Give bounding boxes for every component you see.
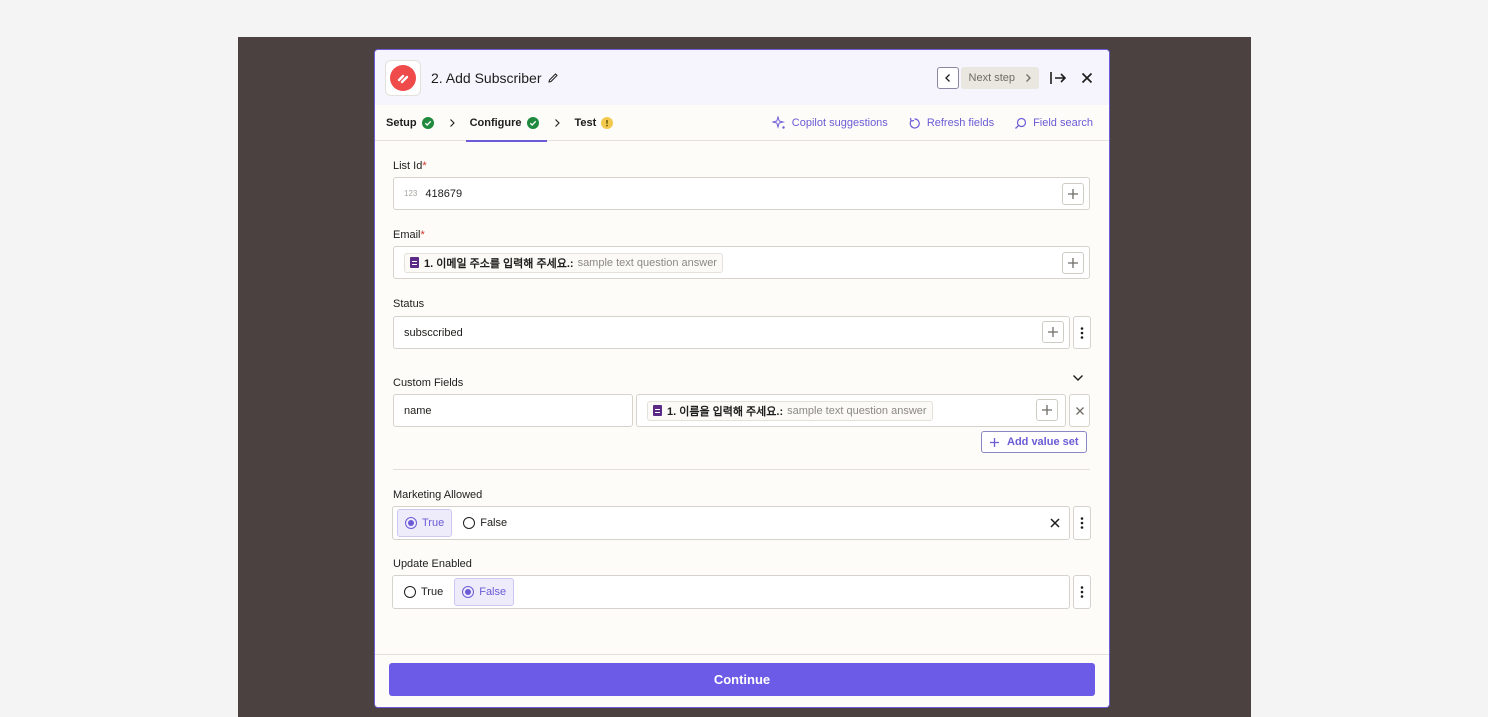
add-value-set-button[interactable]: Add value set [981,431,1087,453]
more-options-button[interactable] [1073,316,1091,349]
status-field[interactable]: subsccribed [393,316,1070,349]
chevron-right-icon [1026,74,1031,82]
pill-answer: sample text question answer [787,404,927,417]
radio-selected-icon [462,586,475,598]
radio-option-true[interactable]: True [397,509,453,537]
kebab-icon [1080,517,1084,529]
custom-field-key-value: name [404,404,432,417]
radio-option-false[interactable]: False [454,578,515,606]
custom-field-key-input[interactable]: name [393,394,633,427]
clear-selection-icon[interactable] [1050,518,1060,528]
app-logo [385,59,421,96]
number-type-icon: 123 [404,189,418,198]
chevron-right-icon [553,118,561,128]
step-editor-panel: 2. Add Subscriber Next step Setup Config… [374,49,1110,708]
insert-data-button[interactable] [1042,321,1064,343]
chevron-right-icon [448,118,456,128]
continue-button[interactable]: Continue [389,663,1095,696]
tab-label: Configure [469,116,522,129]
insert-data-button[interactable] [1062,183,1084,205]
more-options-button[interactable] [1073,575,1091,609]
close-icon[interactable] [1081,72,1093,84]
collapse-panel-icon[interactable] [1049,70,1067,86]
search-label: Field search [1033,117,1093,129]
update-enabled-label: Update Enabled [393,558,472,570]
panel-header: 2. Add Subscriber Next step [375,50,1109,105]
next-step-button[interactable]: Next step [960,67,1039,89]
step-title: 2. Add Subscriber [431,69,542,86]
previous-step-button[interactable] [936,67,959,89]
section-divider [393,469,1090,470]
kebab-icon [1080,326,1084,339]
custom-field-value-input[interactable]: 1. 이름을 입력해 주세요.: sample text question an… [636,394,1066,427]
radio-option-true[interactable]: True [397,578,450,606]
pill-question: 1. 이름을 입력해 주세요.: [667,405,784,418]
panel-footer: Continue [375,654,1109,707]
chevron-left-icon [944,74,950,82]
plus-icon [990,437,999,447]
radio-option-false[interactable]: False [456,509,514,537]
check-circle-icon [526,116,539,129]
list-id-value: 418679 [425,187,463,200]
status-value: subsccribed [404,326,463,339]
form-icon [410,257,419,268]
pill-answer: sample text question answer [577,256,717,269]
insert-data-button[interactable] [1062,252,1084,274]
search-icon [1015,117,1027,129]
check-circle-icon [421,116,434,129]
tab-label: Test [574,116,597,129]
more-options-button[interactable] [1073,506,1091,540]
chevron-down-icon[interactable] [1072,373,1084,383]
update-enabled-radio-group: True False [392,575,1070,609]
app-logo-icon [397,74,409,83]
add-value-set-label: Add value set [1007,436,1079,448]
refresh-fields-button[interactable]: Refresh fields [908,117,994,130]
plus-icon [1042,405,1052,415]
plus-icon [1048,327,1058,337]
insert-data-button[interactable] [1036,399,1058,421]
copilot-label: Copilot suggestions [791,117,888,129]
mapped-value-pill[interactable]: 1. 이메일 주소를 입력해 주세요.: sample text questio… [404,252,723,273]
email-label: Email* [393,229,425,241]
list-id-field[interactable]: 123 418679 [393,177,1090,210]
tab-setup[interactable]: Setup [386,105,434,141]
tab-configure[interactable]: Configure [465,105,547,142]
email-field[interactable]: 1. 이메일 주소를 입력해 주세요.: sample text questio… [393,246,1090,279]
warning-icon [601,116,614,129]
tab-test[interactable]: Test [575,105,614,141]
radio-unselected-icon [463,517,476,529]
field-search-button[interactable]: Field search [1014,117,1093,130]
edit-title-icon[interactable] [547,72,559,84]
radio-unselected-icon [404,586,416,598]
list-id-label: List Id* [393,160,427,172]
next-step-label: Next step [968,72,1015,84]
marketing-allowed-radio-group: True False [392,506,1070,540]
marketing-allowed-label: Marketing Allowed [393,489,483,501]
copilot-suggestions-button[interactable]: Copilot suggestions [771,116,888,130]
tab-label: Setup [386,116,417,129]
refresh-icon [909,117,920,129]
plus-icon [1068,189,1078,199]
close-icon [1075,406,1084,415]
pill-question: 1. 이메일 주소를 입력해 주세요.: [424,257,574,270]
remove-row-button[interactable] [1069,394,1090,427]
radio-selected-icon [405,517,417,529]
kebab-icon [1080,586,1084,598]
sparkle-icon [771,116,785,129]
custom-fields-label: Custom Fields [393,377,464,389]
plus-icon [1068,258,1078,268]
form-icon [653,405,662,416]
refresh-label: Refresh fields [926,117,995,129]
tab-actions: Copilot suggestions Refresh fields Field… [752,105,1093,141]
status-label: Status [393,298,425,310]
mapped-value-pill[interactable]: 1. 이름을 입력해 주세요.: sample text question an… [647,400,933,421]
step-tabs: Setup Configure Test Copilot suggestions… [375,105,1109,142]
